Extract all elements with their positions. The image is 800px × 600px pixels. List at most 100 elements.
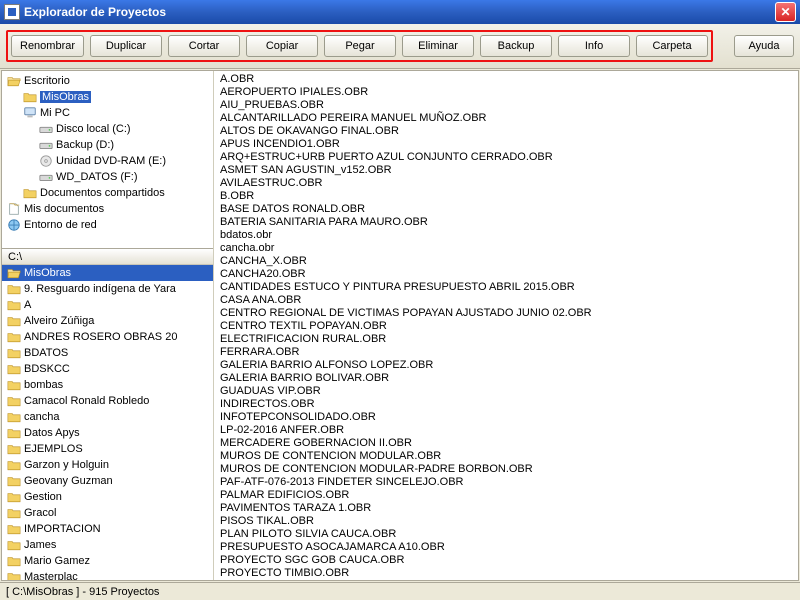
folder-list-header[interactable]: C:\ bbox=[2, 249, 213, 265]
file-item[interactable]: PROYECTO SGC GOB CAUCA.OBR bbox=[220, 554, 792, 567]
folder-icon bbox=[6, 505, 22, 521]
file-item[interactable]: B.OBR bbox=[220, 190, 792, 203]
folder-tree[interactable]: EscritorioMisObrasMi PCDisco local (C:)B… bbox=[2, 71, 213, 249]
folder-item[interactable]: Garzon y Holguin bbox=[2, 457, 213, 473]
file-item[interactable]: INDIRECTOS.OBR bbox=[220, 398, 792, 411]
folder-item[interactable]: 9. Resguardo indígena de Yara bbox=[2, 281, 213, 297]
tree-item[interactable]: Documentos compartidos bbox=[6, 185, 213, 201]
tree-item-label: Mis documentos bbox=[24, 203, 104, 215]
folder-item-label: IMPORTACION bbox=[24, 523, 101, 535]
folder-item[interactable]: Camacol Ronald Robledo bbox=[2, 393, 213, 409]
file-item[interactable]: MUROS DE CONTENCION MODULAR-PADRE BORBON… bbox=[220, 463, 792, 476]
file-item[interactable]: CANCHA_X.OBR bbox=[220, 255, 792, 268]
toolbar: Renombrar Duplicar Cortar Copiar Pegar E… bbox=[0, 24, 800, 69]
tree-item[interactable]: Mis documentos bbox=[6, 201, 213, 217]
folder-item[interactable]: James bbox=[2, 537, 213, 553]
folder-list[interactable]: C:\ MisObras9. Resguardo indígena de Yar… bbox=[2, 249, 213, 580]
file-item[interactable]: CENTRO REGIONAL DE VICTIMAS POPAYAN AJUS… bbox=[220, 307, 792, 320]
file-item[interactable]: PLAN PILOTO SILVIA CAUCA.OBR bbox=[220, 528, 792, 541]
file-item[interactable]: BASE DATOS RONALD.OBR bbox=[220, 203, 792, 216]
folder-item[interactable]: Gestion bbox=[2, 489, 213, 505]
folder-icon bbox=[6, 329, 22, 345]
tree-item[interactable]: MisObras bbox=[6, 89, 213, 105]
file-item[interactable]: GALERIA BARRIO ALFONSO LOPEZ.OBR bbox=[220, 359, 792, 372]
file-item[interactable]: LP-02-2016 ANFER.OBR bbox=[220, 424, 792, 437]
info-button[interactable]: Info bbox=[558, 35, 630, 57]
file-item[interactable]: PISOS TIKAL.OBR bbox=[220, 515, 792, 528]
file-item[interactable]: PAVIMENTOS TARAZA 1.OBR bbox=[220, 502, 792, 515]
folder-item[interactable]: Mario Gamez bbox=[2, 553, 213, 569]
file-item[interactable]: BATERIA SANITARIA PARA MAURO.OBR bbox=[220, 216, 792, 229]
file-item[interactable]: cancha.obr bbox=[220, 242, 792, 255]
file-list[interactable]: A.OBRAEROPUERTO IPIALES.OBRAIU_PRUEBAS.O… bbox=[214, 71, 798, 580]
file-item[interactable]: APUS INCENDIO1.OBR bbox=[220, 138, 792, 151]
cortar-button[interactable]: Cortar bbox=[168, 35, 240, 57]
duplicar-button[interactable]: Duplicar bbox=[90, 35, 162, 57]
folder-item[interactable]: IMPORTACION bbox=[2, 521, 213, 537]
pegar-button[interactable]: Pegar bbox=[324, 35, 396, 57]
folder-item[interactable]: Gracol bbox=[2, 505, 213, 521]
file-item[interactable]: PRESUPUESTO ASOCAJAMARCA A10.OBR bbox=[220, 541, 792, 554]
tree-item[interactable]: Unidad DVD-RAM (E:) bbox=[6, 153, 213, 169]
folder-icon bbox=[6, 313, 22, 329]
file-item[interactable]: CANCHA20.OBR bbox=[220, 268, 792, 281]
file-item[interactable]: PAF-ATF-076-2013 FINDETER SINCELEJO.OBR bbox=[220, 476, 792, 489]
file-item[interactable]: PROYECTO TIMBIO.OBR bbox=[220, 567, 792, 580]
folder-item[interactable]: EJEMPLOS bbox=[2, 441, 213, 457]
folder-item[interactable]: ANDRES ROSERO OBRAS 20 bbox=[2, 329, 213, 345]
folder-item[interactable]: A bbox=[2, 297, 213, 313]
folder-item[interactable]: bombas bbox=[2, 377, 213, 393]
file-item[interactable]: ELECTRIFICACION RURAL.OBR bbox=[220, 333, 792, 346]
backup-button[interactable]: Backup bbox=[480, 35, 552, 57]
file-item[interactable]: GALERIA BARRIO BOLIVAR.OBR bbox=[220, 372, 792, 385]
tree-item[interactable]: Escritorio bbox=[6, 73, 213, 89]
tree-item[interactable]: WD_DATOS (F:) bbox=[6, 169, 213, 185]
close-button[interactable]: ✕ bbox=[775, 2, 796, 22]
file-item[interactable]: AVILAESTRUC.OBR bbox=[220, 177, 792, 190]
folder-item[interactable]: Masterplac bbox=[2, 569, 213, 580]
file-item[interactable]: FERRARA.OBR bbox=[220, 346, 792, 359]
eliminar-button[interactable]: Eliminar bbox=[402, 35, 474, 57]
file-item[interactable]: ASMET SAN AGUSTIN_v152.OBR bbox=[220, 164, 792, 177]
docs-icon bbox=[6, 201, 22, 217]
folder-item[interactable]: BDSKCC bbox=[2, 361, 213, 377]
tree-item-label: Documentos compartidos bbox=[40, 187, 165, 199]
file-item[interactable]: MERCADERE GOBERNACION II.OBR bbox=[220, 437, 792, 450]
tree-item[interactable]: Backup (D:) bbox=[6, 137, 213, 153]
file-item[interactable]: MUROS DE CONTENCION MODULAR.OBR bbox=[220, 450, 792, 463]
folder-item[interactable]: Alveiro Zúñiga bbox=[2, 313, 213, 329]
file-item[interactable]: ALCANTARILLADO PEREIRA MANUEL MUÑOZ.OBR bbox=[220, 112, 792, 125]
file-item[interactable]: CENTRO TEXTIL POPAYAN.OBR bbox=[220, 320, 792, 333]
carpeta-button[interactable]: Carpeta bbox=[636, 35, 708, 57]
file-item[interactable]: GUADUAS VIP.OBR bbox=[220, 385, 792, 398]
file-item[interactable]: ARQ+ESTRUC+URB PUERTO AZUL CONJUNTO CERR… bbox=[220, 151, 792, 164]
tree-item-label: Entorno de red bbox=[24, 219, 97, 231]
file-item[interactable]: PALMAR EDIFICIOS.OBR bbox=[220, 489, 792, 502]
titlebar: Explorador de Proyectos ✕ bbox=[0, 0, 800, 24]
file-item[interactable]: bdatos.obr bbox=[220, 229, 792, 242]
folder-item[interactable]: Geovany Guzman bbox=[2, 473, 213, 489]
folder-item-label: Datos Apys bbox=[24, 427, 80, 439]
ayuda-button[interactable]: Ayuda bbox=[734, 35, 794, 57]
folder-item[interactable]: BDATOS bbox=[2, 345, 213, 361]
folder-item-label: Camacol Ronald Robledo bbox=[24, 395, 149, 407]
file-item[interactable]: ALTOS DE OKAVANGO FINAL.OBR bbox=[220, 125, 792, 138]
file-item[interactable]: A.OBR bbox=[220, 73, 792, 86]
folder-item[interactable]: cancha bbox=[2, 409, 213, 425]
file-item[interactable]: AEROPUERTO IPIALES.OBR bbox=[220, 86, 792, 99]
tree-item[interactable]: Entorno de red bbox=[6, 217, 213, 233]
renombrar-button[interactable]: Renombrar bbox=[11, 35, 84, 57]
cd-icon bbox=[38, 153, 54, 169]
copiar-button[interactable]: Copiar bbox=[246, 35, 318, 57]
tree-item[interactable]: Mi PC bbox=[6, 105, 213, 121]
tree-item[interactable]: Disco local (C:) bbox=[6, 121, 213, 137]
file-item[interactable]: CANTIDADES ESTUCO Y PINTURA PRESUPUESTO … bbox=[220, 281, 792, 294]
folder-icon bbox=[6, 265, 22, 281]
folder-item[interactable]: Datos Apys bbox=[2, 425, 213, 441]
tree-item-label: Unidad DVD-RAM (E:) bbox=[56, 155, 166, 167]
file-item[interactable]: AIU_PRUEBAS.OBR bbox=[220, 99, 792, 112]
file-item[interactable]: INFOTEPCONSOLIDADO.OBR bbox=[220, 411, 792, 424]
file-item[interactable]: CASA ANA.OBR bbox=[220, 294, 792, 307]
folder-icon bbox=[6, 569, 22, 580]
folder-item[interactable]: MisObras bbox=[2, 265, 213, 281]
